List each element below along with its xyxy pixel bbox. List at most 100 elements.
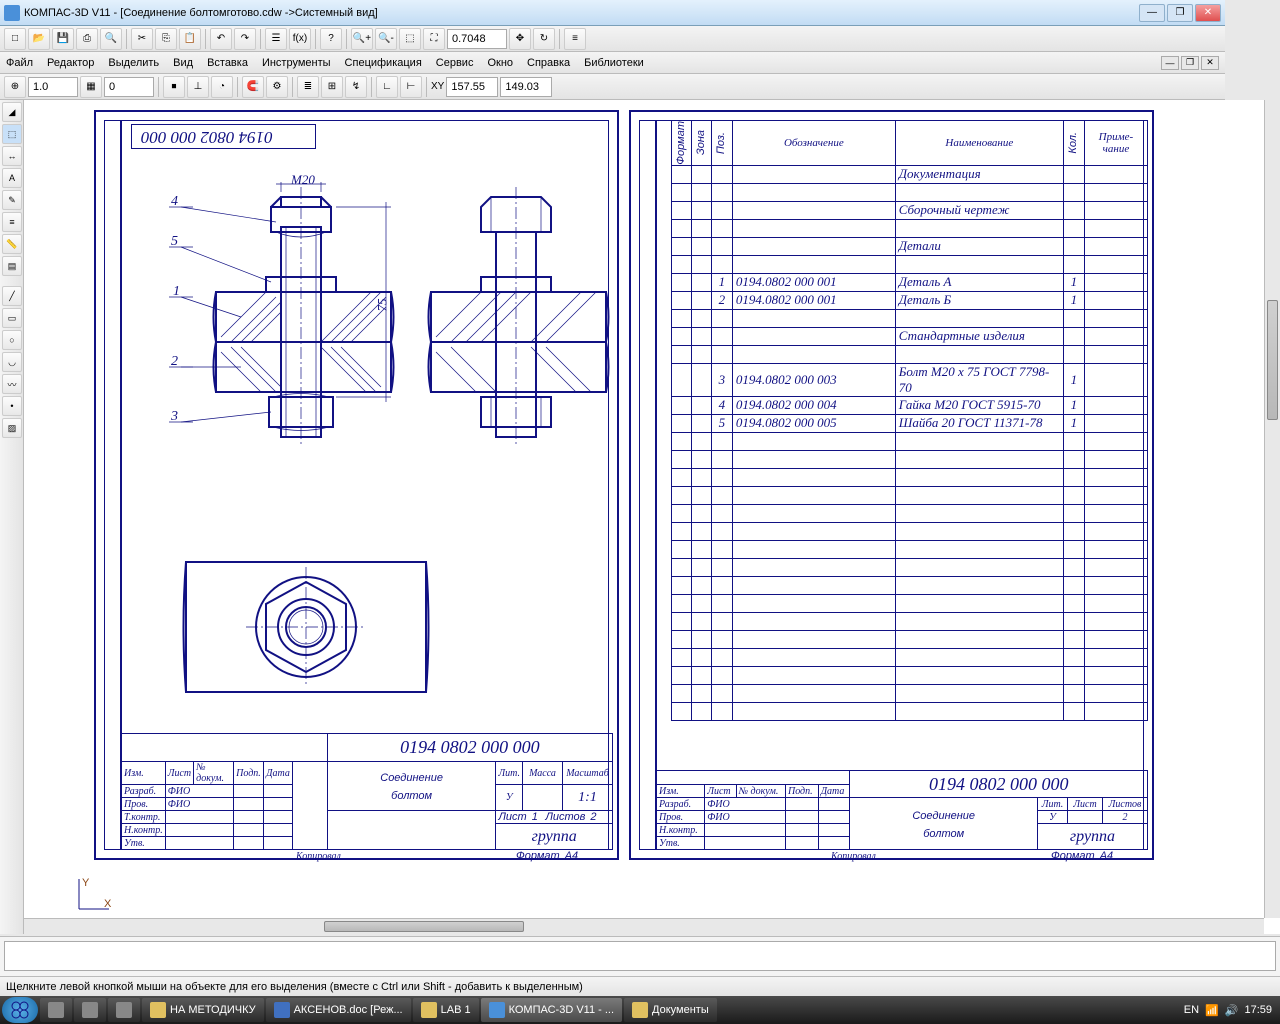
snap-icon[interactable]: ⊕ [4,76,26,98]
coord-x-input[interactable] [446,77,498,97]
task-item[interactable]: КОМПАС-3D V11 - ... [481,998,622,1022]
menu-edit[interactable]: Редактор [47,57,94,69]
properties-icon[interactable]: ☰ [265,28,287,50]
pan-icon[interactable]: ✥ [509,28,531,50]
layer-input[interactable] [104,77,154,97]
coord-y-input[interactable] [500,77,552,97]
paste-icon[interactable]: 📋 [179,28,201,50]
zoom-out-icon[interactable]: 🔍- [375,28,397,50]
variables-icon[interactable]: f(x) [289,28,311,50]
drawing-sheet-1: 0194 0802 000 000 [94,110,619,860]
ortho-icon[interactable]: ⊥ [187,76,209,98]
copy-icon[interactable]: ⎘ [155,28,177,50]
text-icon[interactable]: A [2,168,22,188]
edit-icon[interactable]: ✎ [2,190,22,210]
clock[interactable]: 17:59 [1244,1004,1272,1016]
maximize-button[interactable]: ❐ [1167,4,1193,22]
arc-icon[interactable]: ◡ [2,352,22,372]
svg-text:X: X [104,898,112,910]
horizontal-scrollbar[interactable] [24,918,1264,934]
close-button[interactable]: ✕ [1195,4,1221,22]
help-icon[interactable]: ? [320,28,342,50]
menu-window[interactable]: Окно [487,57,513,69]
layers-icon[interactable]: ≡ [564,28,586,50]
param-icon[interactable]: ≣ [297,76,319,98]
zoom-window-icon[interactable]: ⬚ [399,28,421,50]
point-icon[interactable]: • [2,396,22,416]
local-cs-icon[interactable]: ↯ [345,76,367,98]
app-icon [4,5,20,21]
layer-icon[interactable]: ▦ [80,76,102,98]
round-icon[interactable]: ◔ [211,76,233,98]
mdi-restore[interactable]: ❐ [1181,56,1199,70]
mdi-close[interactable]: ✕ [1201,56,1219,70]
zoom-in-icon[interactable]: 🔍+ [351,28,373,50]
minimize-button[interactable]: — [1139,4,1165,22]
redo-icon[interactable]: ↷ [234,28,256,50]
titlebar: КОМПАС-3D V11 - [Соединение болтомготово… [0,0,1225,26]
geometry-icon[interactable]: ◢ [2,102,22,122]
spec-icon[interactable]: ▤ [2,256,22,276]
save-icon[interactable]: 💾 [52,28,74,50]
refresh-icon[interactable]: ↻ [533,28,555,50]
menu-tools[interactable]: Инструменты [262,57,331,69]
command-input[interactable] [4,941,1276,971]
cut-icon[interactable]: ✂ [131,28,153,50]
stop-icon[interactable]: ⏹ [163,76,185,98]
bolt-assembly-drawing [121,152,621,492]
open-icon[interactable]: 📂 [28,28,50,50]
dimensions-icon[interactable]: ↔ [2,146,22,166]
angle-icon[interactable]: ∟ [376,76,398,98]
mdi-minimize[interactable]: — [1161,56,1179,70]
task-item[interactable]: НА МЕТОДИЧКУ [142,998,264,1022]
quick-launch[interactable] [74,998,106,1022]
preview-icon[interactable]: 🔍 [100,28,122,50]
menu-service[interactable]: Сервис [436,57,474,69]
zoom-input[interactable] [447,29,507,49]
menu-file[interactable]: Файл [6,57,33,69]
taskbar: НА МЕТОДИЧКУ АКСЕНОВ.doc [Реж... LAB 1 К… [0,996,1280,1024]
rect-icon[interactable]: ▭ [2,308,22,328]
origin-axes-icon: Y X [74,874,114,914]
select-icon[interactable]: ⬚ [2,124,22,144]
spline-icon[interactable]: 〰 [2,374,22,394]
current-state-toolbar: ⊕ ▦ ⏹ ⊥ ◔ 🧲 ⚙ ≣ ⊞ ↯ ∟ ⊢ XY [0,74,1225,100]
command-panel [0,936,1280,976]
menu-view[interactable]: Вид [173,57,193,69]
menubar: Файл Редактор Выделить Вид Вставка Инстр… [0,52,1225,74]
task-item[interactable]: Документы [624,998,717,1022]
line-icon[interactable]: ╱ [2,286,22,306]
new-icon[interactable]: □ [4,28,26,50]
step-input[interactable] [28,77,78,97]
tray-icon[interactable]: 📶 [1205,1004,1219,1017]
tray-icon[interactable]: 🔊 [1225,1004,1239,1017]
task-item[interactable]: LAB 1 [413,998,479,1022]
title-text: КОМПАС-3D V11 - [Соединение болтомготово… [24,7,1139,19]
undo-icon[interactable]: ↶ [210,28,232,50]
hatch-icon[interactable]: ▨ [2,418,22,438]
menu-select[interactable]: Выделить [108,57,159,69]
vertical-scrollbar[interactable] [1264,100,1280,918]
start-button[interactable] [2,997,38,1023]
lang-indicator[interactable]: EN [1184,1004,1199,1016]
param2-icon[interactable]: ≡ [2,212,22,232]
system-tray[interactable]: EN 📶 🔊 17:59 [1178,1004,1278,1017]
circle-icon[interactable]: ○ [2,330,22,350]
quick-launch[interactable] [108,998,140,1022]
canvas[interactable]: 0194 0802 000 000 [24,100,1280,934]
quick-launch[interactable] [40,998,72,1022]
zoom-fit-icon[interactable]: ⛶ [423,28,445,50]
menu-help[interactable]: Справка [527,57,570,69]
print-icon[interactable]: ⎙ [76,28,98,50]
menu-insert[interactable]: Вставка [207,57,248,69]
grid-icon[interactable]: ⊞ [321,76,343,98]
snap-settings-icon[interactable]: ⚙ [266,76,288,98]
perp-icon[interactable]: ⊢ [400,76,422,98]
svg-text:Y: Y [82,877,90,889]
menu-libs[interactable]: Библиотеки [584,57,644,69]
snap-magnet-icon[interactable]: 🧲 [242,76,264,98]
specification-table: Формат Зона Поз. Обозначение Наименовани… [671,120,1148,721]
task-item[interactable]: АКСЕНОВ.doc [Реж... [266,998,411,1022]
menu-spec[interactable]: Спецификация [345,57,422,69]
measure-icon[interactable]: 📏 [2,234,22,254]
